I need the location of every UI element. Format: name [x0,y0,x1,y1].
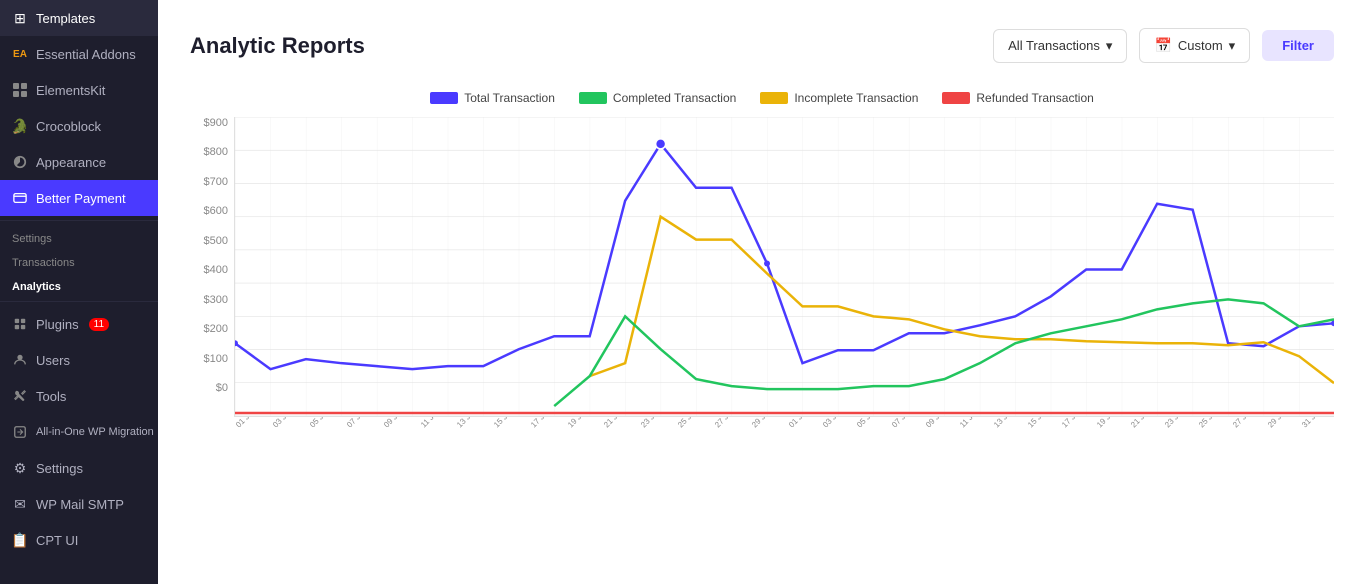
ea-icon: EA [12,46,28,62]
transactions-dropdown[interactable]: All Transactions ▾ [993,29,1127,63]
chart-legend: Total Transaction Completed Transaction … [190,91,1334,105]
chevron-down-icon2: ▾ [1229,38,1236,54]
header-controls: All Transactions ▾ 📅 Custom ▾ Filter [993,28,1334,63]
header-row: Analytic Reports All Transactions ▾ 📅 Cu… [190,28,1334,63]
sidebar-item-wpmail[interactable]: ✉ WP Mail SMTP [0,486,158,522]
cpt-icon: 📋 [12,532,28,548]
legend-refunded: Refunded Transaction [942,91,1093,105]
plugins-badge: 11 [89,318,109,331]
migration-icon [12,424,28,440]
legend-total: Total Transaction [430,91,555,105]
templates-icon: ⊞ [12,10,28,26]
legend-color-refunded [942,92,970,104]
custom-dropdown[interactable]: 📅 Custom ▾ [1139,28,1250,63]
legend-incomplete: Incomplete Transaction [760,91,918,105]
tools-icon [12,388,28,404]
sidebar-section-transactions[interactable]: Transactions [0,249,158,273]
croco-icon: 🐊 [12,118,28,134]
legend-color-total [430,92,458,104]
sidebar-item-all-in-one[interactable]: All-in-One WP Migration [0,414,158,450]
filter-button[interactable]: Filter [1262,30,1334,61]
chart-svg-container: 01 Jun.'23 03 Jun.'23 05 Jun.'23 07 Jun.… [234,117,1334,432]
y-axis: $0 $100 $200 $300 $400 $500 $600 $700 $8… [190,117,234,432]
sidebar-item-appearance[interactable]: Appearance [0,144,158,180]
sidebar-item-tools[interactable]: Tools [0,378,158,414]
legend-color-completed [579,92,607,104]
sidebar-section-analytics[interactable]: Analytics [0,273,158,297]
main-content: Analytic Reports All Transactions ▾ 📅 Cu… [158,0,1366,584]
wpmail-icon: ✉ [12,496,28,512]
sidebar-item-cpt-ui[interactable]: 📋 CPT UI [0,522,158,558]
ek-icon [12,82,28,98]
sidebar-item-settings[interactable]: ⚙ Settings [0,450,158,486]
sidebar-item-plugins[interactable]: Plugins 11 [0,306,158,342]
chart-svg [234,117,1334,417]
sidebar-item-crocoblock[interactable]: 🐊 Crocoblock [0,108,158,144]
legend-color-incomplete [760,92,788,104]
payment-icon [12,190,28,206]
sidebar-item-essential-addons[interactable]: EA Essential Addons [0,36,158,72]
plugins-icon [12,316,28,332]
page-title: Analytic Reports [190,33,365,59]
sidebar-section-settings: Settings [0,225,158,249]
sidebar: ⊞ Templates EA Essential Addons Elements… [0,0,158,584]
x-axis: 01 Jun.'23 03 Jun.'23 05 Jun.'23 07 Jun.… [234,417,1334,432]
sidebar-item-elementskit[interactable]: ElementsKit [0,72,158,108]
chart-area: $0 $100 $200 $300 $400 $500 $600 $700 $8… [190,117,1334,432]
chevron-down-icon: ▾ [1106,38,1113,54]
sidebar-item-better-payment[interactable]: Better Payment [0,180,158,216]
sidebar-item-templates[interactable]: ⊞ Templates [0,0,158,36]
appearance-icon [12,154,28,170]
legend-completed: Completed Transaction [579,91,736,105]
sidebar-item-users[interactable]: Users [0,342,158,378]
settings-icon: ⚙ [12,460,28,476]
calendar-icon: 📅 [1154,37,1171,54]
users-icon [12,352,28,368]
